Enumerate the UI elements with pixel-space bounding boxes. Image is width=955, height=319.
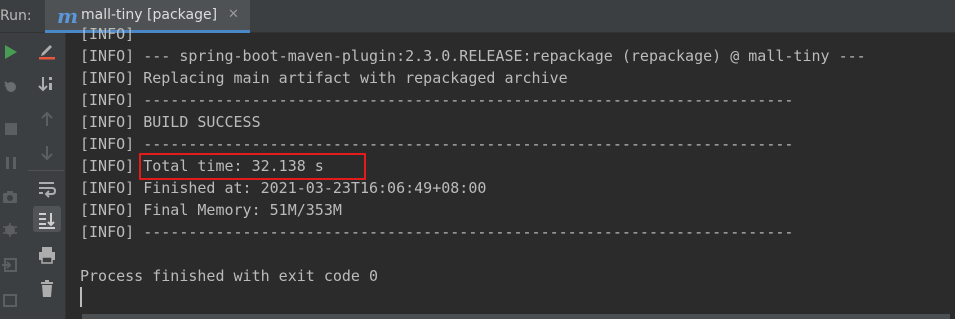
scroll-to-end-icon[interactable] <box>37 210 57 230</box>
console-line: [INFO] ---------------------------------… <box>80 135 794 153</box>
debug-icon[interactable] <box>2 78 18 94</box>
edit-config-icon[interactable] <box>37 40 57 60</box>
text-caret <box>80 287 82 307</box>
console-line: [INFO] --- spring-boot-maven-plugin:2.3.… <box>80 47 866 65</box>
highlight-box <box>139 153 366 180</box>
console-line: [INFO] Replacing main artifact with repa… <box>80 69 568 87</box>
print-icon[interactable] <box>37 245 57 265</box>
console-line: [INFO] ---------------------------------… <box>80 91 794 109</box>
close-icon[interactable]: ✕ <box>228 7 239 22</box>
rerun-icon[interactable] <box>3 44 19 60</box>
tab-mall-tiny-package[interactable]: m mall-tiny [package] ✕ <box>45 0 250 33</box>
process-exit-line: Process finished with exit code 0 <box>80 267 379 285</box>
settings-bug-icon[interactable] <box>2 222 18 238</box>
tab-title: mall-tiny [package] <box>81 7 218 23</box>
pause-icon[interactable] <box>3 155 19 171</box>
run-tool-window-header: Run: m mall-tiny [package] ✕ <box>0 0 955 33</box>
sort-icon[interactable] <box>37 74 57 94</box>
trash-icon[interactable] <box>37 279 57 299</box>
more-icon[interactable] <box>2 292 18 308</box>
soft-wrap-icon[interactable] <box>37 178 57 198</box>
console-line: [INFO] BUILD SUCCESS <box>80 113 261 131</box>
horizontal-scrollbar[interactable] <box>82 314 950 319</box>
toolbar-separator <box>28 170 64 171</box>
run-label: Run: <box>0 8 32 24</box>
arrow-up-icon[interactable] <box>37 109 57 129</box>
maven-icon: m <box>57 4 79 28</box>
console-line: [INFO] Finished at: 2021-03-23T16:06:49+… <box>80 179 487 197</box>
stop-icon[interactable] <box>3 121 19 137</box>
restore-layout-icon[interactable] <box>2 257 18 273</box>
console-line: [INFO] ---------------------------------… <box>80 223 794 241</box>
console-line: [INFO] Final Memory: 51M/353M <box>80 201 342 219</box>
camera-icon[interactable] <box>2 189 18 205</box>
console-line: [INFO] <box>80 25 135 43</box>
arrow-down-icon[interactable] <box>37 143 57 163</box>
run-controls-gutter <box>0 33 22 319</box>
